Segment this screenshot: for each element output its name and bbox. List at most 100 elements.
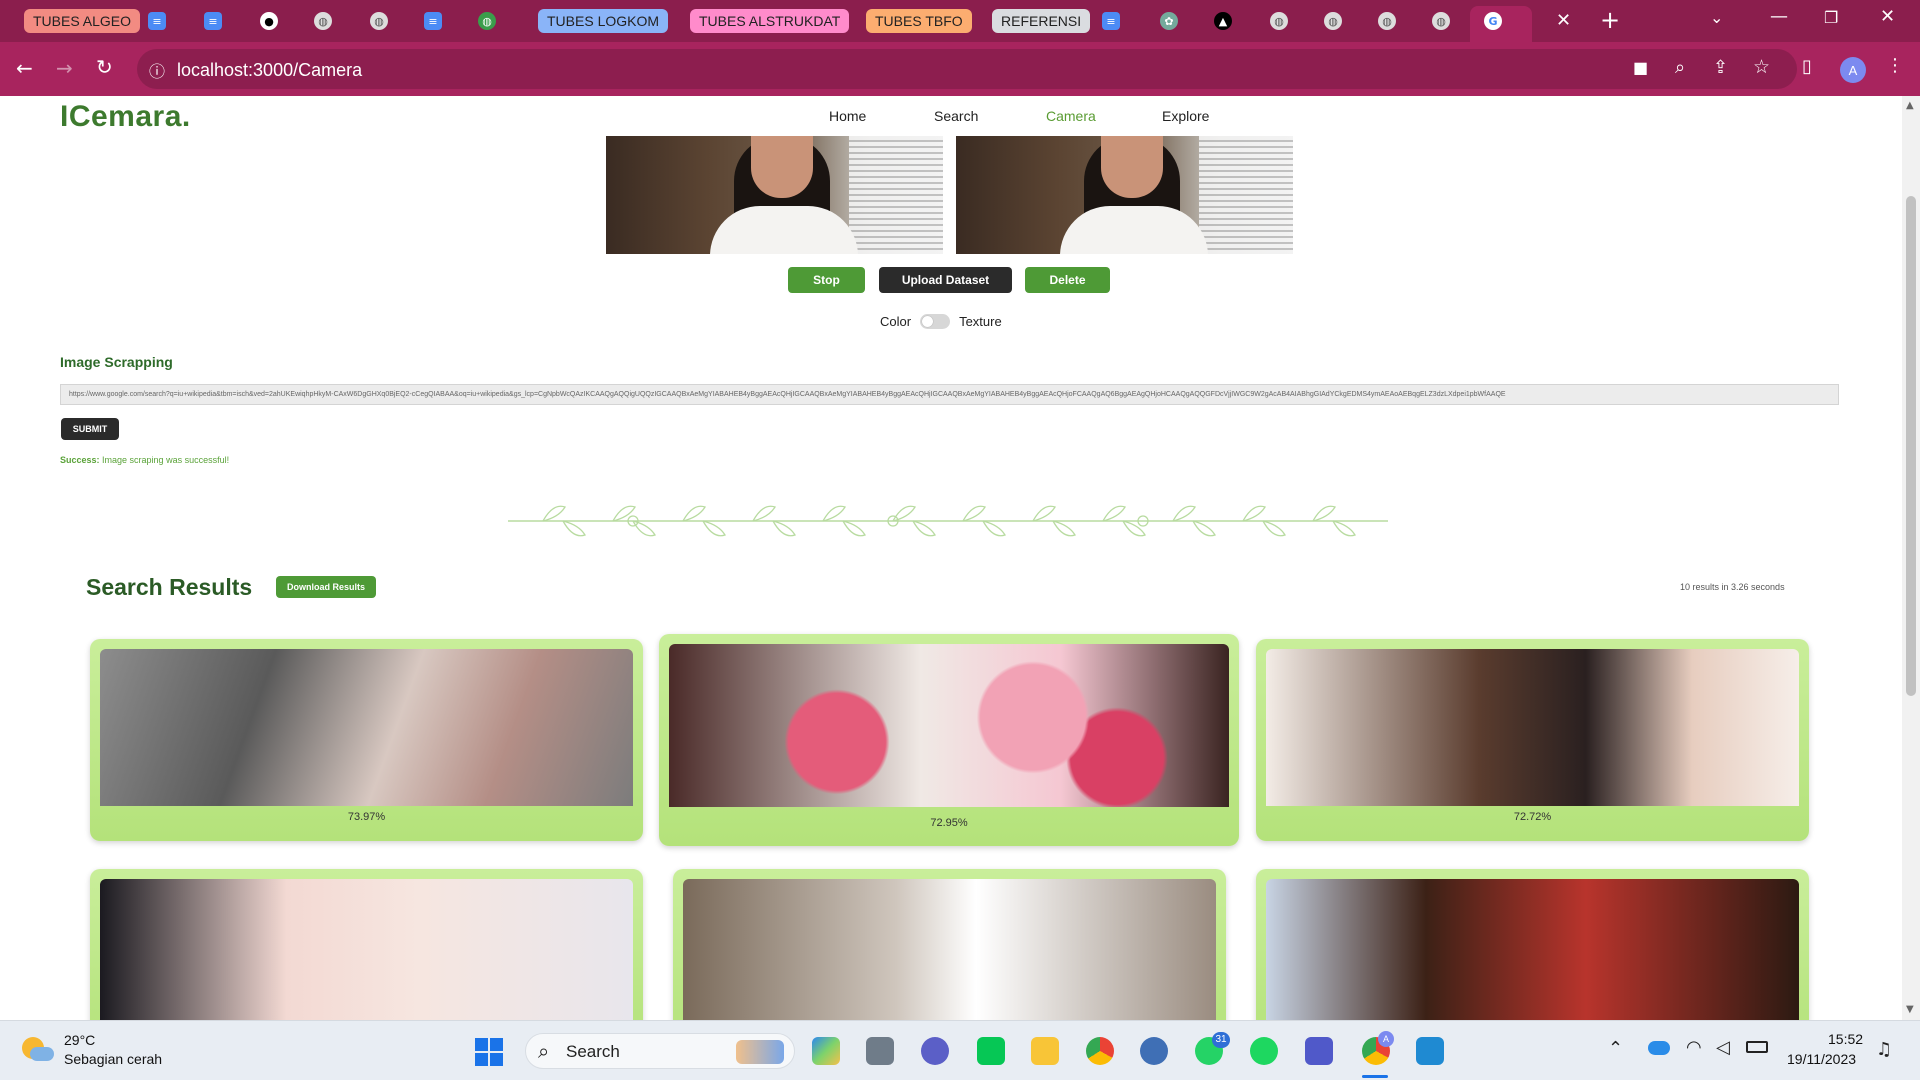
tab-web-5[interactable]: ◍ [1324, 8, 1342, 34]
status-label: Success: [60, 455, 100, 465]
upload-dataset-button[interactable]: Upload Dataset [879, 267, 1012, 293]
tab-web-2[interactable]: ◍ [370, 8, 388, 34]
tab-group-referensi[interactable]: REFERENSI [992, 9, 1091, 33]
result-card[interactable] [90, 869, 643, 1020]
battery-icon[interactable] [1746, 1041, 1768, 1053]
volume-icon[interactable]: ◁ [1716, 1037, 1730, 1058]
result-image [1266, 649, 1799, 806]
tab-group-tbfo[interactable]: TUBES TBFO [866, 9, 972, 33]
weather-temp[interactable]: 29°C [64, 1032, 95, 1048]
result-image [1266, 879, 1799, 1020]
docs-icon: ≡ [148, 12, 166, 30]
zoom-icon[interactable]: ⌕ [1675, 57, 1685, 78]
nav-home[interactable]: Home [829, 108, 866, 124]
share-icon[interactable]: ⇪ [1713, 57, 1728, 78]
nav-search[interactable]: Search [934, 108, 978, 124]
tab-doc-4[interactable]: ≡ [1102, 8, 1120, 34]
scroll-down-icon[interactable]: ▼ [1906, 1004, 1914, 1015]
browser-toolbar: ← → ↻ ⓘ localhost:3000/Camera ■ ⌕ ⇪ ☆ ▯ … [0, 42, 1920, 96]
notification-bell-icon[interactable]: ♫ [1876, 1039, 1892, 1060]
github-icon: ● [260, 12, 278, 30]
tab-github[interactable]: ● [260, 8, 278, 34]
taskbar-search[interactable]: ⌕ Search [525, 1033, 795, 1069]
color-texture-toggle[interactable] [920, 314, 951, 329]
close-tab-icon[interactable]: ✕ [1556, 10, 1571, 31]
scrapping-url-input[interactable]: https://www.google.com/search?q=iu+wikip… [60, 384, 1839, 405]
tab-web-3[interactable]: ◍ [478, 8, 496, 34]
globe-icon: ◍ [1324, 12, 1342, 30]
reload-icon[interactable]: ↻ [96, 55, 113, 79]
address-bar[interactable]: ⓘ localhost:3000/Camera ■ ⌕ ⇪ ☆ [137, 49, 1797, 89]
result-card[interactable] [1256, 869, 1809, 1020]
result-card[interactable] [673, 869, 1226, 1020]
tab-google[interactable]: G [1484, 8, 1502, 34]
result-image [683, 879, 1216, 1020]
vine-divider [508, 505, 1388, 537]
tab-web-6[interactable]: ◍ [1378, 8, 1396, 34]
globe-icon: ◍ [1378, 12, 1396, 30]
tab-doc-2[interactable]: ≡ [204, 8, 222, 34]
clock-date[interactable]: 19/11/2023 [1787, 1051, 1856, 1067]
result-card[interactable]: 72.95% [659, 634, 1239, 846]
teams-icon[interactable] [1305, 1037, 1333, 1065]
onedrive-icon[interactable] [1648, 1041, 1670, 1055]
wifi-icon[interactable]: ◠ [1686, 1037, 1702, 1058]
profile-avatar[interactable]: A [1840, 57, 1866, 83]
camera-icon[interactable]: ■ [1633, 58, 1648, 77]
tab-chatgpt[interactable]: ✿ [1160, 8, 1178, 34]
whatsapp-badge: 31 [1212, 1032, 1230, 1048]
submit-button[interactable]: SUBMIT [61, 418, 119, 440]
tab-vercel[interactable]: ▲ [1214, 8, 1232, 34]
clock-time[interactable]: 15:52 [1828, 1031, 1863, 1047]
color-texture-toggle-row: Color Texture [880, 314, 1002, 329]
nav-camera[interactable]: Camera [1046, 108, 1096, 124]
new-tab-icon[interactable]: + [1600, 6, 1620, 34]
tab-search-icon[interactable]: ⌄ [1710, 8, 1723, 27]
site-info-icon[interactable]: ⓘ [149, 58, 165, 82]
download-results-button[interactable]: Download Results [276, 576, 376, 598]
tab-doc-1[interactable]: ≡ [148, 8, 166, 34]
scroll-thumb[interactable] [1906, 196, 1916, 696]
tab-web-4[interactable]: ◍ [1270, 8, 1288, 34]
page-scrollbar[interactable]: ▲ ▼ [1902, 96, 1920, 1020]
minimize-icon[interactable]: — [1770, 6, 1788, 27]
scroll-up-icon[interactable]: ▲ [1906, 100, 1914, 111]
university-app-icon[interactable] [1140, 1037, 1168, 1065]
vscode-icon[interactable] [1416, 1037, 1444, 1065]
nav-explore[interactable]: Explore [1162, 108, 1209, 124]
task-view-icon[interactable] [866, 1037, 894, 1065]
result-card[interactable]: 73.97% [90, 639, 643, 841]
tab-group-alstrukdat[interactable]: TUBES ALSTRUKDAT [690, 9, 850, 33]
close-window-icon[interactable]: ✕ [1880, 6, 1895, 27]
forward-icon[interactable]: → [56, 56, 73, 80]
weather-description[interactable]: Sebagian cerah [64, 1051, 162, 1067]
status-message: Success: Image scraping was successful! [60, 455, 229, 465]
scrapping-title: Image Scrapping [60, 354, 173, 370]
copilot-icon[interactable] [812, 1037, 840, 1065]
side-panel-icon[interactable]: ▯ [1802, 56, 1812, 77]
result-image [100, 879, 633, 1020]
tab-group-logkom[interactable]: TUBES LOGKOM [538, 9, 669, 33]
line-icon[interactable] [977, 1037, 1005, 1065]
delete-button[interactable]: Delete [1025, 267, 1110, 293]
back-icon[interactable]: ← [16, 56, 33, 80]
menu-icon[interactable]: ⋮ [1886, 55, 1904, 76]
restore-icon[interactable]: ❐ [1824, 8, 1838, 27]
weather-icon[interactable] [20, 1035, 54, 1065]
app-logo[interactable]: ICemara. [60, 100, 191, 134]
tab-doc-3[interactable]: ≡ [424, 8, 442, 34]
file-explorer-icon[interactable] [1031, 1037, 1059, 1065]
tab-web-7[interactable]: ◍ [1432, 8, 1450, 34]
tab-group-algeo[interactable]: TUBES ALGEO [24, 9, 141, 33]
stop-button[interactable]: Stop [788, 267, 865, 293]
spotify-icon[interactable] [1250, 1037, 1278, 1065]
tray-expand-icon[interactable]: ⌃ [1608, 1038, 1623, 1059]
tab-web-1[interactable]: ◍ [314, 8, 332, 34]
toggle-label-texture: Texture [959, 314, 1002, 329]
results-meta: 10 results in 3.26 seconds [1680, 582, 1785, 592]
meet-icon[interactable] [921, 1037, 949, 1065]
bookmark-star-icon[interactable]: ☆ [1753, 56, 1770, 78]
start-icon[interactable] [475, 1038, 503, 1066]
chrome-icon[interactable] [1086, 1037, 1114, 1065]
result-card[interactable]: 72.72% [1256, 639, 1809, 841]
